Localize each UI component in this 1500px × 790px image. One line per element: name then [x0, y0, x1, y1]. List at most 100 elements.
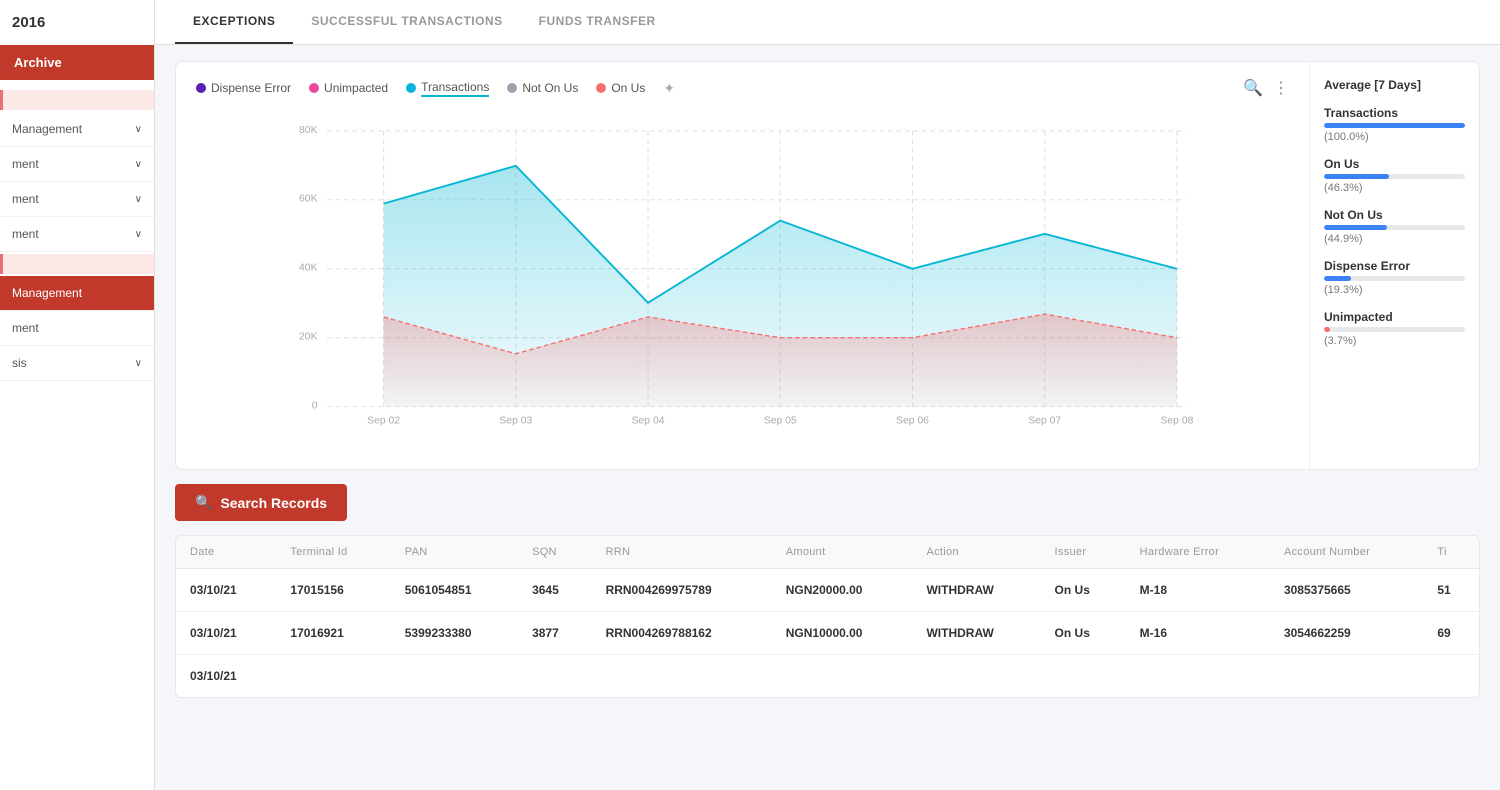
search-records-button[interactable]: 🔍 Search Records [175, 484, 347, 521]
svg-text:20K: 20K [299, 332, 318, 343]
cell-rrn: RRN004269788162 [592, 612, 772, 655]
cell-date: 03/10/21 [176, 612, 276, 655]
search-button-label: Search Records [220, 495, 327, 511]
svg-text:60K: 60K [299, 194, 318, 205]
sidebar-item-ment1[interactable]: ment ∨ [0, 147, 154, 182]
sidebar-item-management2[interactable]: Management [0, 276, 154, 311]
tab-exceptions[interactable]: EXCEPTIONS [175, 0, 293, 44]
unimpacted-dot [309, 83, 319, 93]
area-chart: 80K 60K 40K 20K 0 [196, 112, 1289, 452]
tab-bar: EXCEPTIONS SUCCESSFUL TRANSACTIONS FUNDS… [155, 0, 1500, 45]
metric-pct: (44.9%) [1324, 233, 1465, 245]
cell-account_number [1270, 655, 1423, 698]
legend-on-us: On Us [596, 81, 645, 95]
metric-bar-fill [1324, 123, 1465, 128]
sidebar-item-ment4[interactable]: ment [0, 311, 154, 346]
chart-search-button[interactable]: 🔍 [1243, 78, 1263, 98]
col-date: Date [176, 536, 276, 569]
cell-amount: NGN20000.00 [772, 569, 913, 612]
cell-action: WITHDRAW [912, 569, 1040, 612]
svg-text:Sep 07: Sep 07 [1028, 416, 1061, 427]
cell-ti [1423, 655, 1479, 698]
col-rrn: RRN [592, 536, 772, 569]
chevron-down-icon: ∨ [135, 194, 142, 205]
chevron-down-icon: ∨ [135, 124, 142, 135]
sidebar-item-sis[interactable]: sis ∨ [0, 346, 154, 381]
records-table: Date Terminal Id PAN SQN RRN Amount Acti… [176, 536, 1479, 697]
table-row[interactable]: 03/10/211701515650610548513645RRN0042699… [176, 569, 1479, 612]
col-ti: Ti [1423, 536, 1479, 569]
dispense-error-dot [196, 83, 206, 93]
sidebar-item-management1[interactable]: Management ∨ [0, 112, 154, 147]
cell-amount [772, 655, 913, 698]
svg-text:80K: 80K [299, 125, 318, 136]
tab-funds[interactable]: FUNDS TRANSFER [521, 0, 674, 44]
cell-issuer: On Us [1041, 612, 1126, 655]
legend-label: Dispense Error [211, 81, 291, 95]
col-account-number: Account Number [1270, 536, 1423, 569]
sidebar-archive[interactable]: Archive [0, 45, 154, 80]
sidebar-item-label: ment [12, 157, 39, 171]
cell-terminal_id [276, 655, 390, 698]
chart-svg-wrap: 80K 60K 40K 20K 0 [196, 112, 1289, 457]
cell-action [912, 655, 1040, 698]
side-metric-unimpacted: Unimpacted (3.7%) [1324, 310, 1465, 347]
metric-bar-fill [1324, 276, 1351, 281]
table-row[interactable]: 03/10/211701692153992333803877RRN0042697… [176, 612, 1479, 655]
not-on-us-dot [507, 83, 517, 93]
col-hardware-error: Hardware Error [1126, 536, 1270, 569]
side-metric-not-on-us: Not On Us (44.9%) [1324, 208, 1465, 245]
cell-sqn: 3645 [518, 569, 592, 612]
svg-text:Sep 03: Sep 03 [499, 416, 532, 427]
col-issuer: Issuer [1041, 536, 1126, 569]
cell-terminal_id: 17015156 [276, 569, 390, 612]
col-action: Action [912, 536, 1040, 569]
tab-successful[interactable]: SUCCESSFUL TRANSACTIONS [293, 0, 520, 44]
cell-hardware_error [1126, 655, 1270, 698]
transactions-dot [406, 83, 416, 93]
on-us-dot [596, 83, 606, 93]
cell-issuer: On Us [1041, 569, 1126, 612]
svg-text:40K: 40K [299, 263, 318, 274]
legend-label: Not On Us [522, 81, 578, 95]
sidebar-year: 2016 [0, 0, 154, 45]
chart-container: Dispense Error Unimpacted Transactions N… [175, 61, 1480, 470]
sidebar-item-label: ment [12, 321, 39, 335]
svg-text:Sep 05: Sep 05 [764, 416, 797, 427]
chevron-down-icon: ∨ [135, 229, 142, 240]
cell-rrn: RRN004269975789 [592, 569, 772, 612]
legend-transactions: Transactions [406, 80, 489, 97]
side-panel-title: Average [7 Days] [1324, 78, 1465, 92]
metric-label: Dispense Error [1324, 259, 1465, 273]
metric-label: On Us [1324, 157, 1465, 171]
table-row[interactable]: 03/10/21 [176, 655, 1479, 698]
sidebar-item-ment2[interactable]: ment ∨ [0, 182, 154, 217]
cell-pan: 5399233380 [391, 612, 518, 655]
filter-icon[interactable]: ✦ [663, 80, 675, 97]
sidebar-item-label: ment [12, 227, 39, 241]
metric-pct: (3.7%) [1324, 335, 1465, 347]
metric-pct: (100.0%) [1324, 131, 1465, 143]
col-amount: Amount [772, 536, 913, 569]
sidebar-item-label: ment [12, 192, 39, 206]
metric-bar-track [1324, 123, 1465, 128]
cell-sqn: 3877 [518, 612, 592, 655]
cell-sqn [518, 655, 592, 698]
records-table-container: Date Terminal Id PAN SQN RRN Amount Acti… [175, 535, 1480, 698]
metric-label: Transactions [1324, 106, 1465, 120]
cell-account_number: 3085375665 [1270, 569, 1423, 612]
legend-dispense-error: Dispense Error [196, 81, 291, 95]
cell-ti: 51 [1423, 569, 1479, 612]
chevron-down-icon: ∨ [135, 159, 142, 170]
cell-ti: 69 [1423, 612, 1479, 655]
metric-label: Not On Us [1324, 208, 1465, 222]
chart-more-button[interactable]: ⋮ [1273, 78, 1289, 98]
chart-side-panel: Average [7 Days] Transactions (100.0%) O… [1309, 62, 1479, 469]
svg-text:Sep 02: Sep 02 [367, 416, 400, 427]
side-metric-dispense-error: Dispense Error (19.3%) [1324, 259, 1465, 296]
sidebar-item-ment3[interactable]: ment ∨ [0, 217, 154, 252]
sidebar-section-mid [0, 254, 154, 274]
svg-text:Sep 08: Sep 08 [1160, 416, 1193, 427]
sidebar-item-label: Management [12, 122, 82, 136]
cell-pan: 5061054851 [391, 569, 518, 612]
